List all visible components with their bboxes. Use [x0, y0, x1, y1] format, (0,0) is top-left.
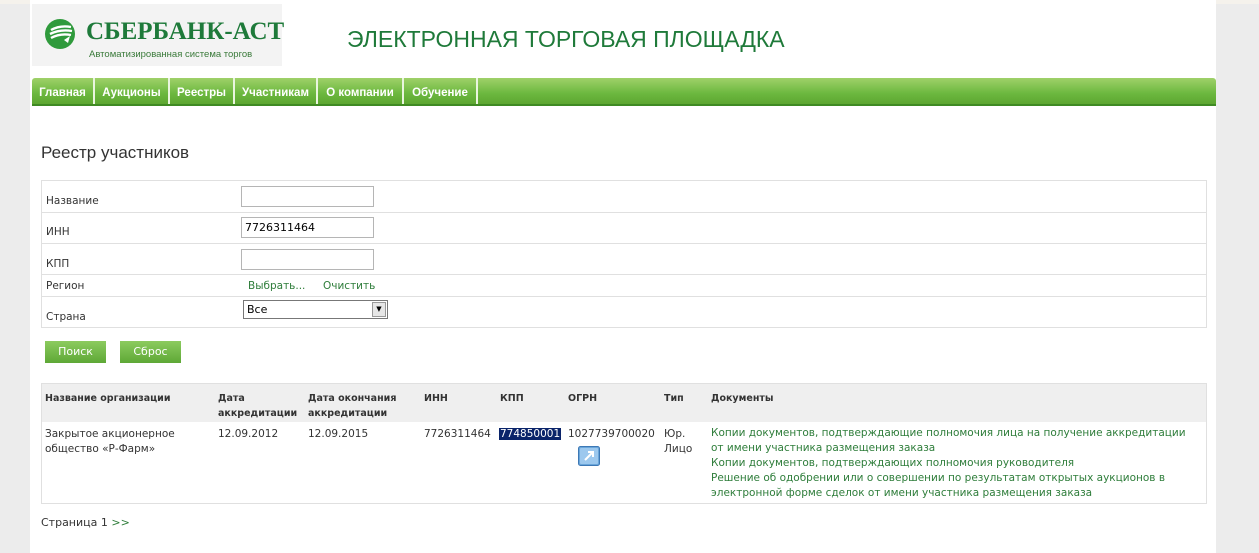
col-docs-header: Документы: [711, 393, 774, 404]
row-ogrn: 1027739700020: [568, 428, 655, 440]
kpp-label: КПП: [46, 258, 70, 270]
filter-row-country: Страна Все ▼: [42, 297, 1206, 327]
country-label: Страна: [46, 311, 86, 323]
col-kpp-header: КПП: [500, 393, 524, 404]
col-ogrn-header: ОГРН: [568, 393, 598, 404]
col-org-header: Название организации: [45, 393, 171, 404]
kpp-input[interactable]: [241, 249, 374, 270]
inn-label: ИНН: [46, 226, 70, 238]
region-label: Регион: [46, 280, 85, 292]
logo-subtitle: Автоматизированная система торгов: [89, 49, 253, 60]
page: СБЕРБАНК-АСТ Автоматизированная система …: [30, 0, 1216, 553]
page-title: Реестр участников: [41, 143, 190, 162]
page-label: Страница 1: [41, 516, 108, 529]
table-header: Название организации Дата аккредитации Д…: [42, 384, 1206, 422]
logo[interactable]: СБЕРБАНК-АСТ Автоматизированная система …: [32, 4, 285, 66]
filter-form: Название ИНН КПП Регион Выбрать... Очист…: [41, 180, 1207, 328]
site-title: ЭЛЕКТРОННАЯ ТОРГОВАЯ ПЛОЩАДКА: [347, 26, 785, 52]
col-type-header: Тип: [664, 393, 684, 404]
row-kpp: 774850001: [499, 427, 562, 442]
nav-item-participants[interactable]: Участникам: [235, 78, 318, 106]
nav-item-auctions[interactable]: Аукционы: [95, 78, 170, 106]
col-inn-header: ИНН: [424, 393, 448, 404]
results-table: Название организации Дата аккредитации Д…: [41, 383, 1207, 504]
row-type: Юр. Лицо: [664, 428, 693, 455]
nav-item-training[interactable]: Обучение: [404, 78, 478, 106]
region-select-link[interactable]: Выбрать...: [248, 280, 305, 292]
row-kpp-value[interactable]: 774850001: [499, 428, 562, 440]
row-acc-end: 12.09.2015: [308, 428, 369, 440]
inn-input[interactable]: [241, 217, 374, 238]
nav-item-about[interactable]: О компании: [318, 78, 404, 106]
filter-row-name: Название: [42, 181, 1206, 213]
row-org-name: Закрытое акционерное общество «Р-Фарм»: [45, 428, 175, 455]
filter-row-kpp: КПП: [42, 244, 1206, 275]
row-inn: 7726311464: [424, 428, 491, 440]
country-select-value: Все: [247, 303, 268, 316]
row-documents: Копии документов, подтверждающие полномо…: [711, 426, 1201, 501]
name-input[interactable]: [241, 186, 374, 207]
open-external-icon[interactable]: [578, 446, 600, 466]
sberbank-logo-icon: [45, 19, 75, 49]
nav-item-home[interactable]: Главная: [32, 78, 95, 106]
name-label: Название: [46, 195, 99, 207]
filter-row-region: Регион Выбрать... Очистить: [42, 275, 1206, 297]
doc-link[interactable]: Копии документов, подтверждающих полномо…: [711, 456, 1201, 471]
filter-row-inn: ИНН: [42, 213, 1206, 244]
doc-link[interactable]: Решение об одобрении или о совершении по…: [711, 471, 1201, 501]
region-clear-link[interactable]: Очистить: [323, 280, 375, 292]
search-button[interactable]: Поиск: [45, 341, 106, 363]
next-page-link[interactable]: >>: [111, 516, 129, 529]
nav-item-registries[interactable]: Реестры: [170, 78, 235, 106]
doc-link[interactable]: Копии документов, подтверждающие полномо…: [711, 426, 1201, 456]
logo-name: СБЕРБАНК-АСТ: [86, 18, 285, 45]
pagination: Страница 1 >>: [41, 516, 130, 529]
col-acc-end-header: Дата окончания аккредитации: [308, 393, 397, 419]
nav-divider: [32, 104, 1216, 106]
chevron-down-icon[interactable]: ▼: [372, 302, 386, 317]
main-nav: Главная Аукционы Реестры Участникам О ко…: [32, 78, 1216, 106]
reset-button[interactable]: Сброс: [120, 341, 181, 363]
col-acc-date-header: Дата аккредитации: [218, 393, 298, 419]
country-select[interactable]: Все ▼: [243, 300, 388, 319]
row-acc-date: 12.09.2012: [218, 428, 279, 440]
